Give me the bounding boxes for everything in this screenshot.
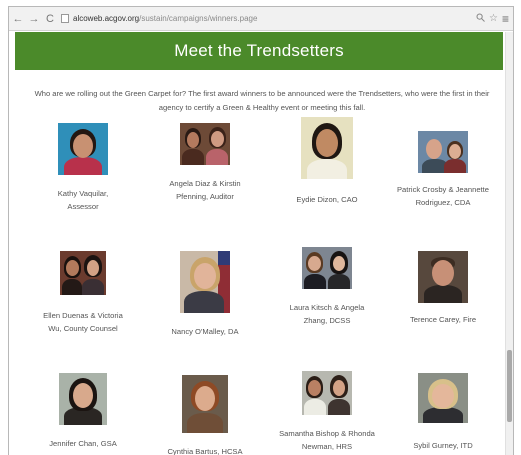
winner-card: Nancy O'Malley, DA — [145, 251, 265, 338]
star-icon[interactable]: ☆ — [489, 13, 498, 24]
winner-photo — [302, 371, 352, 415]
winner-photo — [180, 123, 230, 165]
winner-card: Cynthia Bartus, HCSA — [145, 375, 265, 455]
winner-caption: Nancy O'Malley, DA — [171, 327, 239, 336]
winner-photo — [60, 251, 106, 295]
winner-card: Patrick Crosby & Jeannette Rodriguez, CD… — [383, 123, 503, 209]
winner-caption: Sybil Gurney, ITD — [413, 441, 473, 450]
winner-card: Angela Diaz & Kirstin Pfenning, Auditor — [145, 123, 265, 203]
winner-caption: Samantha Bishop & Rhonda Newman, HRS — [279, 429, 375, 451]
winner-photo — [59, 373, 107, 425]
page-scrollbar[interactable] — [505, 32, 513, 455]
winner-caption: Angela Diaz & Kirstin Pfenning, Auditor — [169, 179, 241, 201]
winner-card: Samantha Bishop & Rhonda Newman, HRS — [267, 371, 387, 453]
url-path: /sustain/campaigns/winners.page — [139, 14, 258, 23]
intro-paragraph: Who are we rolling out the Green Carpet … — [34, 89, 490, 112]
winner-caption: Cynthia Bartus, HCSA — [167, 447, 243, 455]
url-host: alcoweb.acgov.org — [73, 14, 140, 23]
winner-caption: Patrick Crosby & Jeannette Rodriguez, CD… — [396, 185, 489, 207]
winner-caption: Eydie Dizon, CAO — [296, 195, 358, 204]
winner-card: Sybil Gurney, ITD — [383, 373, 503, 452]
back-button[interactable]: ← — [11, 10, 25, 28]
winner-caption: Ellen Duenas & Victoria Wu, County Couns… — [43, 311, 123, 333]
browser-window: ← → C alcoweb.acgov.org/sustain/campaign… — [8, 6, 514, 455]
menu-icon[interactable]: ≡ — [502, 12, 509, 26]
winner-photo — [301, 117, 353, 179]
reload-button[interactable]: C — [43, 10, 57, 28]
page-banner: Meet the Trendsetters — [15, 32, 503, 70]
page-icon — [61, 14, 69, 23]
winner-card: Jennifer Chan, GSA — [23, 373, 143, 450]
winner-photo — [182, 375, 228, 433]
winner-caption: Laura Kitsch & Angela Zhang, DCSS — [289, 303, 365, 325]
winner-card: Terence Carey, Fire — [383, 251, 503, 326]
page-title: Meet the Trendsetters — [174, 41, 344, 60]
winner-photo — [58, 123, 108, 175]
winner-photo — [180, 251, 230, 313]
winner-card: Eydie Dizon, CAO — [267, 117, 387, 206]
winner-caption: Terence Carey, Fire — [409, 315, 477, 324]
winner-photo — [418, 131, 468, 173]
address-bar[interactable]: alcoweb.acgov.org/sustain/campaigns/winn… — [61, 11, 472, 27]
forward-button[interactable]: → — [27, 10, 41, 28]
browser-toolbar: ← → C alcoweb.acgov.org/sustain/campaign… — [9, 7, 513, 31]
winner-photo — [302, 247, 352, 289]
search-icon[interactable] — [476, 13, 485, 25]
winner-photo — [418, 373, 468, 423]
winner-caption: Kathy Vaquilar, Assessor — [57, 189, 109, 211]
winner-photo — [418, 251, 468, 303]
winner-caption: Jennifer Chan, GSA — [49, 439, 117, 448]
winner-card: Kathy Vaquilar, Assessor — [23, 123, 143, 213]
scrollbar-thumb[interactable] — [507, 350, 512, 422]
winner-card: Ellen Duenas & Victoria Wu, County Couns… — [23, 251, 143, 335]
winner-card: Laura Kitsch & Angela Zhang, DCSS — [267, 247, 387, 327]
